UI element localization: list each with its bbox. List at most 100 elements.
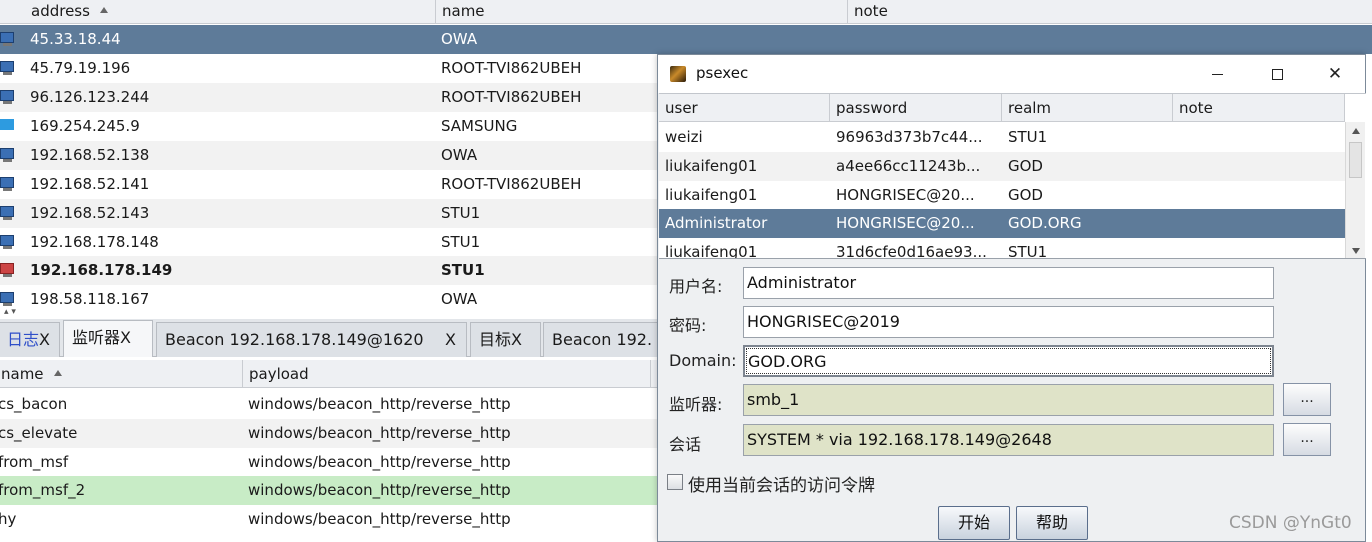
- column-password[interactable]: password: [830, 94, 1002, 122]
- credential-password: 96963d373b7c44...: [836, 128, 983, 146]
- credential-realm: GOD: [1008, 186, 1043, 204]
- target-name: ROOT-TVI862UBEH: [441, 88, 582, 106]
- sort-ascending-icon: [99, 7, 108, 13]
- column-note[interactable]: note: [848, 0, 1372, 24]
- windows-pc-icon: [0, 61, 16, 76]
- listener-payload: windows/beacon_http/reverse_http: [248, 395, 511, 413]
- tab-beacon-1620[interactable]: Beacon 192.168.178.149@1620 X: [156, 322, 467, 357]
- dialog-titlebar[interactable]: psexec ✕: [658, 55, 1365, 93]
- scroll-down-icon[interactable]: [1352, 248, 1360, 254]
- target-name: STU1: [441, 261, 485, 279]
- listener-field[interactable]: smb_1: [743, 384, 1274, 416]
- credential-password: a4ee66cc11243b...: [836, 157, 981, 175]
- column-name[interactable]: name: [436, 0, 848, 24]
- credential-user: liukaifeng01: [665, 186, 758, 204]
- background-edge: [1366, 54, 1372, 542]
- credential-realm: STU1: [1008, 243, 1048, 259]
- watermark: CSDN @YnGt0: [1229, 513, 1352, 533]
- target-address: 192.168.52.143: [30, 204, 150, 222]
- credential-row[interactable]: liukaifeng01 31d6cfe0d16ae93... STU1: [659, 238, 1345, 259]
- target-address: 96.126.123.244: [30, 88, 150, 106]
- help-button[interactable]: 帮助: [1016, 506, 1088, 540]
- listener-name: hy: [0, 510, 17, 528]
- close-icon: ✕: [1327, 64, 1343, 84]
- windows10-icon: [0, 119, 16, 134]
- target-name: SAMSUNG: [441, 117, 518, 135]
- windows-pc-icon: [0, 32, 16, 47]
- listener-name: from_msf: [0, 453, 69, 471]
- tab-close-icon[interactable]: X: [39, 330, 50, 349]
- target-address: 192.168.52.141: [30, 175, 150, 193]
- maximize-button[interactable]: [1248, 55, 1306, 93]
- password-label: 密码:: [669, 316, 707, 335]
- credential-password: HONGRISEC@20...: [836, 214, 975, 232]
- target-row[interactable]: 45.33.18.44 OWA: [0, 25, 1372, 54]
- start-button[interactable]: 开始: [938, 506, 1010, 540]
- scroll-up-icon[interactable]: [1352, 128, 1360, 134]
- target-address: 169.254.245.9: [30, 117, 140, 135]
- choose-session-button[interactable]: ...: [1283, 423, 1331, 456]
- split-pane-handle[interactable]: ▴ ▾: [0, 307, 60, 319]
- credentials-table: user password realm note weizi 96963d373…: [659, 93, 1366, 259]
- tab-listeners[interactable]: 监听器X: [63, 320, 153, 357]
- minimize-button[interactable]: [1188, 55, 1246, 93]
- tab-beacon-partial[interactable]: Beacon 192.: [543, 322, 663, 357]
- tab-targets[interactable]: 目标X: [470, 322, 541, 357]
- column-realm[interactable]: realm: [1002, 94, 1173, 122]
- session-field[interactable]: SYSTEM * via 192.168.178.149@2648: [743, 424, 1274, 456]
- use-session-token-checkbox[interactable]: [667, 474, 683, 490]
- domain-field[interactable]: GOD.ORG: [743, 345, 1274, 377]
- target-address: 198.58.118.167: [30, 290, 150, 307]
- target-address: 192.168.178.148: [30, 233, 159, 251]
- password-field[interactable]: HONGRISEC@2019: [743, 306, 1274, 338]
- target-address: 192.168.52.138: [30, 146, 150, 164]
- minimize-icon: [1211, 73, 1223, 75]
- target-name: OWA: [441, 30, 478, 48]
- credential-password: 31d6cfe0d16ae93...: [836, 243, 987, 259]
- scroll-thumb[interactable]: [1349, 142, 1362, 178]
- credential-row[interactable]: liukaifeng01 a4ee66cc11243b... GOD: [659, 152, 1345, 181]
- tab-log[interactable]: 日志X: [0, 322, 60, 357]
- tab-close-icon[interactable]: X: [445, 323, 456, 356]
- windows-pc-icon: [0, 235, 16, 250]
- listener-name: cs_bacon: [0, 395, 68, 413]
- tab-close-icon[interactable]: X: [120, 328, 131, 347]
- username-label: 用户名:: [669, 277, 723, 296]
- target-address: 45.33.18.44: [30, 30, 121, 48]
- tab-close-icon[interactable]: X: [511, 330, 522, 349]
- credential-user: weizi: [665, 128, 703, 146]
- listener-payload: windows/beacon_http/reverse_http: [248, 481, 511, 499]
- credential-user: Administrator: [665, 214, 768, 232]
- username-field[interactable]: Administrator: [743, 267, 1274, 299]
- credential-row[interactable]: liukaifeng01 HONGRISEC@20... GOD: [659, 181, 1345, 210]
- sort-ascending-icon: [53, 370, 62, 376]
- credential-realm: GOD.ORG: [1008, 214, 1082, 232]
- close-button[interactable]: ✕: [1306, 55, 1364, 93]
- column-address[interactable]: address: [25, 0, 436, 24]
- listener-label: 监听器:: [669, 395, 723, 414]
- credential-row[interactable]: Administrator HONGRISEC@20... GOD.ORG: [659, 209, 1345, 238]
- windows-pc-icon: [0, 177, 16, 192]
- column-cred-note[interactable]: note: [1173, 94, 1345, 122]
- column-user[interactable]: user: [659, 94, 830, 122]
- credential-row[interactable]: weizi 96963d373b7c44... STU1: [659, 123, 1345, 152]
- targets-header: address name note: [0, 0, 1372, 24]
- listener-payload: windows/beacon_http/reverse_http: [248, 510, 511, 528]
- column-listener-name[interactable]: name: [0, 360, 243, 388]
- target-name: ROOT-TVI862UBEH: [441, 175, 582, 193]
- column-payload[interactable]: payload: [243, 360, 651, 388]
- choose-listener-button[interactable]: ...: [1283, 383, 1331, 416]
- credential-user: liukaifeng01: [665, 157, 758, 175]
- listener-payload: windows/beacon_http/reverse_http: [248, 424, 511, 442]
- credential-realm: STU1: [1008, 128, 1048, 146]
- credentials-scrollbar[interactable]: [1345, 122, 1365, 258]
- target-address: 192.168.178.149: [30, 261, 173, 279]
- psexec-dialog: psexec ✕ user password realm note weizi …: [657, 54, 1366, 542]
- target-address: 45.79.19.196: [30, 59, 131, 77]
- domain-label: Domain:: [669, 351, 737, 370]
- target-name: OWA: [441, 146, 478, 164]
- credential-user: liukaifeng01: [665, 243, 758, 259]
- listener-payload: windows/beacon_http/reverse_http: [248, 453, 511, 471]
- windows-pc-icon: [0, 90, 16, 105]
- credentials-header: user password realm note: [659, 94, 1345, 122]
